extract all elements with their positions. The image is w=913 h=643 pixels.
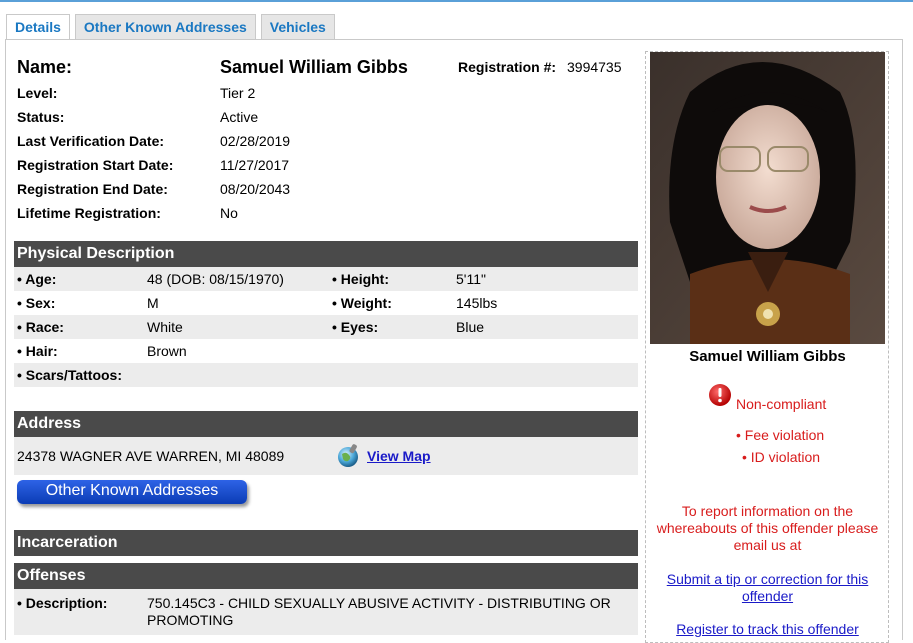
tab-other-known-addresses[interactable]: Other Known Addresses (74, 14, 256, 39)
race-value: White (147, 319, 183, 335)
weight-label: • Weight: (332, 295, 392, 311)
compliance-status: Non-compliant (736, 396, 827, 412)
last-verification-value: 02/28/2019 (220, 133, 291, 149)
physical-row: • Sex: M • Weight: 145lbs (14, 291, 638, 315)
incarceration-header: Incarceration (14, 530, 638, 556)
address-header: Address (14, 411, 638, 437)
height-value: 5'11" (456, 271, 486, 287)
registration-number: 3994735 (567, 59, 622, 75)
physical-row: • Age: 48 (DOB: 08/15/1970) • Height: 5'… (14, 267, 638, 291)
last-verification-label: Last Verification Date: (17, 133, 165, 149)
address-value: 24378 WAGNER AVE WARREN, MI 48089 (17, 448, 285, 464)
scars-tattoos-label: • Scars/Tattoos: (17, 367, 122, 383)
offense-description-line: PROMOTING (147, 612, 234, 628)
hair-value: Brown (147, 343, 187, 359)
view-map-link[interactable]: View Map (367, 437, 431, 475)
tab-details[interactable]: Details (6, 14, 70, 40)
lifetime-registration-label: Lifetime Registration: (17, 205, 161, 221)
offenses-header: Offenses (14, 563, 638, 589)
sex-label: • Sex: (17, 295, 56, 311)
report-text-line: To report information on the (681, 503, 854, 519)
offense-description-line: 750.145C3 - CHILD SEXUALLY ABUSIVE ACTIV… (147, 595, 611, 611)
report-text-line: whereabouts of this offender please (656, 520, 879, 536)
level-value: Tier 2 (220, 85, 256, 101)
physical-row: • Scars/Tattoos: (14, 363, 638, 387)
violation-item: • Fee violation (736, 427, 825, 443)
age-value: 48 (DOB: 08/15/1970) (147, 271, 284, 287)
registration-end-label: Registration End Date: (17, 181, 168, 197)
address-row: 24378 WAGNER AVE WARREN, MI 48089 View M… (14, 437, 638, 475)
top-accent-line (0, 0, 913, 2)
registration-start-label: Registration Start Date: (17, 157, 174, 173)
eyes-value: Blue (456, 319, 485, 335)
offense-description-label: • Description: (17, 595, 108, 611)
name-label: Name: (17, 57, 73, 77)
physical-row: • Race: White • Eyes: Blue (14, 315, 638, 339)
physical-description-header: Physical Description (14, 241, 638, 267)
offense-row: • Description: 750.145C3 - CHILD SEXUALL… (14, 589, 638, 635)
other-known-addresses-button[interactable]: Other Known Addresses (17, 480, 247, 504)
offender-photo (650, 52, 885, 344)
sidebar-offender-name: Samuel William Gibbs (689, 348, 846, 365)
exclamation-circle-icon (708, 383, 732, 407)
physical-row: • Hair: Brown (14, 339, 638, 363)
registration-start-value: 11/27/2017 (220, 157, 290, 173)
status-value: Active (220, 109, 259, 125)
height-label: • Height: (332, 271, 390, 287)
race-label: • Race: (17, 319, 64, 335)
lifetime-registration-value: No (220, 205, 238, 221)
report-text-line: email us at (733, 537, 802, 553)
globe-icon[interactable] (335, 443, 361, 469)
eyes-label: • Eyes: (332, 319, 379, 335)
sex-value: M (147, 295, 159, 311)
age-label: • Age: (17, 271, 57, 287)
violation-item: • ID violation (742, 449, 821, 465)
registration-label: Registration #: (458, 59, 557, 75)
hair-label: • Hair: (17, 343, 58, 359)
submit-tip-link[interactable]: Submit a tip or correction for this offe… (650, 571, 885, 605)
weight-value: 145lbs (456, 295, 498, 311)
offender-name: Samuel William Gibbs (220, 57, 408, 77)
registration-end-value: 08/20/2043 (220, 181, 291, 197)
tab-vehicles[interactable]: Vehicles (260, 14, 335, 39)
tab-bar: Details Other Known Addresses Vehicles (6, 14, 340, 40)
status-label: Status: (17, 109, 65, 125)
level-label: Level: (17, 85, 58, 101)
